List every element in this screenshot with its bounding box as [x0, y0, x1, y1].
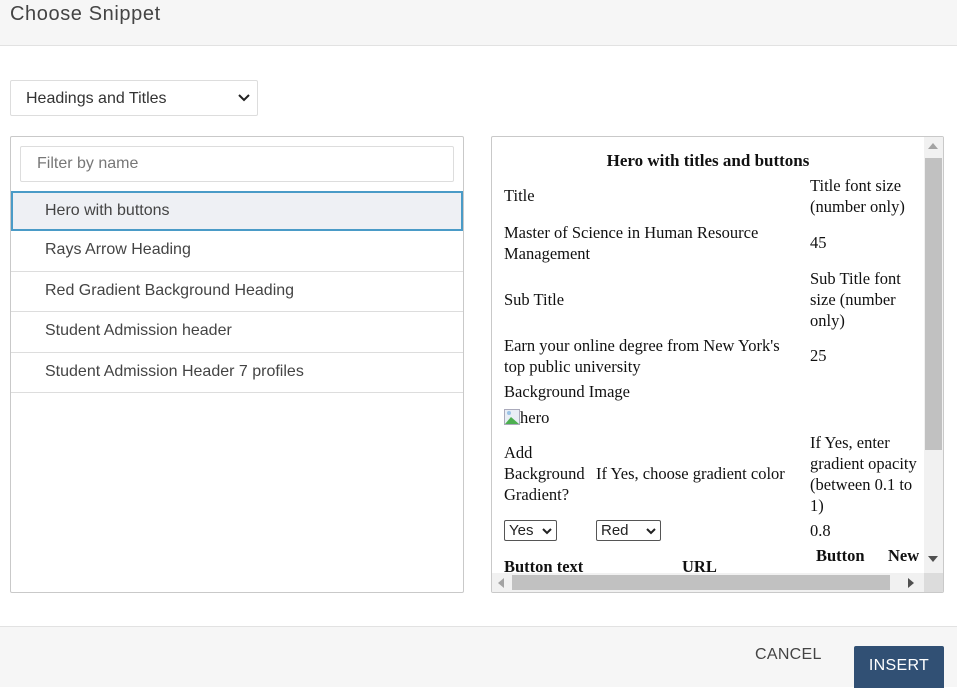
bg-image-label: Background Image — [504, 381, 630, 402]
preview-heading: Hero with titles and buttons — [492, 151, 924, 171]
broken-image-icon — [504, 409, 520, 425]
dialog-title: Choose Snippet — [10, 3, 161, 26]
scrollbar-corner — [924, 573, 943, 592]
title-font-label-2: (number only) — [810, 196, 905, 217]
vertical-scrollbar[interactable] — [924, 137, 943, 574]
snippet-item-hero-with-buttons[interactable]: Hero with buttons — [11, 191, 463, 231]
chevron-down-icon — [646, 527, 656, 535]
gradient-label-3: Gradient? — [504, 484, 569, 505]
snippet-list: Hero with buttons Rays Arrow Heading Red… — [11, 191, 463, 393]
title-value-1: Master of Science in Human Resource — [504, 222, 758, 243]
snippet-list-panel: Hero with buttons Rays Arrow Heading Red… — [10, 136, 464, 593]
gradient-color-select[interactable]: Red — [596, 520, 661, 541]
snippet-item-rays-arrow-heading[interactable]: Rays Arrow Heading — [11, 231, 463, 271]
scroll-right-icon[interactable] — [908, 578, 914, 588]
gradient-select[interactable]: Yes — [504, 520, 557, 541]
subtitle-font-label-3: only) — [810, 310, 845, 331]
scroll-down-icon[interactable] — [928, 556, 938, 562]
opacity-label-2: gradient opacity — [810, 453, 917, 474]
horizontal-scrollbar[interactable] — [492, 573, 924, 592]
horizontal-scroll-thumb[interactable] — [512, 575, 890, 590]
gradient-color-label: If Yes, choose gradient color — [596, 463, 785, 484]
snippet-item-student-admission-header-7-profiles[interactable]: Student Admission Header 7 profiles — [11, 353, 463, 393]
filter-field[interactable] — [20, 146, 454, 182]
opacity-label-3: (between 0.1 to — [810, 474, 912, 495]
snippet-item-red-gradient-background-heading[interactable]: Red Gradient Background Heading — [11, 272, 463, 312]
category-select[interactable]: Headings and Titles — [10, 80, 258, 116]
opacity-label-4: 1) — [810, 495, 824, 516]
subtitle-label: Sub Title — [504, 289, 564, 310]
subtitle-value-2: top public university — [504, 356, 641, 377]
scroll-up-icon[interactable] — [928, 143, 938, 149]
bg-image: hero — [504, 407, 549, 428]
bg-image-alt: hero — [520, 408, 549, 427]
subtitle-font-label-1: Sub Title font — [810, 268, 901, 289]
dialog-footer: CANCEL INSERT — [0, 626, 957, 687]
title-value-2: Management — [504, 243, 590, 264]
snippet-preview: Hero with titles and buttons Title Title… — [491, 136, 944, 593]
gradient-label-2: Background — [504, 463, 585, 484]
subtitle-font-value: 25 — [810, 345, 827, 366]
insert-button[interactable]: INSERT — [854, 646, 944, 688]
gradient-label-1: Add — [504, 442, 532, 463]
scroll-left-icon[interactable] — [498, 578, 504, 588]
chevron-down-icon — [542, 527, 552, 535]
gradient-color-select-value: Red — [601, 522, 629, 539]
subtitle-value-1: Earn your online degree from New York's — [504, 335, 780, 356]
opacity-value: 0.8 — [810, 520, 831, 541]
subtitle-font-label-2: size (number — [810, 289, 896, 310]
dialog-header: Choose Snippet — [0, 0, 957, 46]
vertical-scroll-thumb[interactable] — [925, 158, 942, 450]
opacity-label-1: If Yes, enter — [810, 432, 890, 453]
chevron-down-icon — [238, 93, 250, 103]
gradient-select-value: Yes — [509, 522, 533, 539]
snippet-item-student-admission-header[interactable]: Student Admission header — [11, 312, 463, 352]
title-font-value: 45 — [810, 232, 827, 253]
category-select-value: Headings and Titles — [26, 90, 167, 108]
filter-input[interactable] — [21, 147, 453, 181]
cancel-button[interactable]: CANCEL — [755, 646, 822, 664]
title-label: Title — [504, 185, 535, 206]
col-button: Button — [816, 545, 865, 566]
title-font-label-1: Title font size — [810, 175, 901, 196]
col-new: New — [888, 545, 919, 566]
